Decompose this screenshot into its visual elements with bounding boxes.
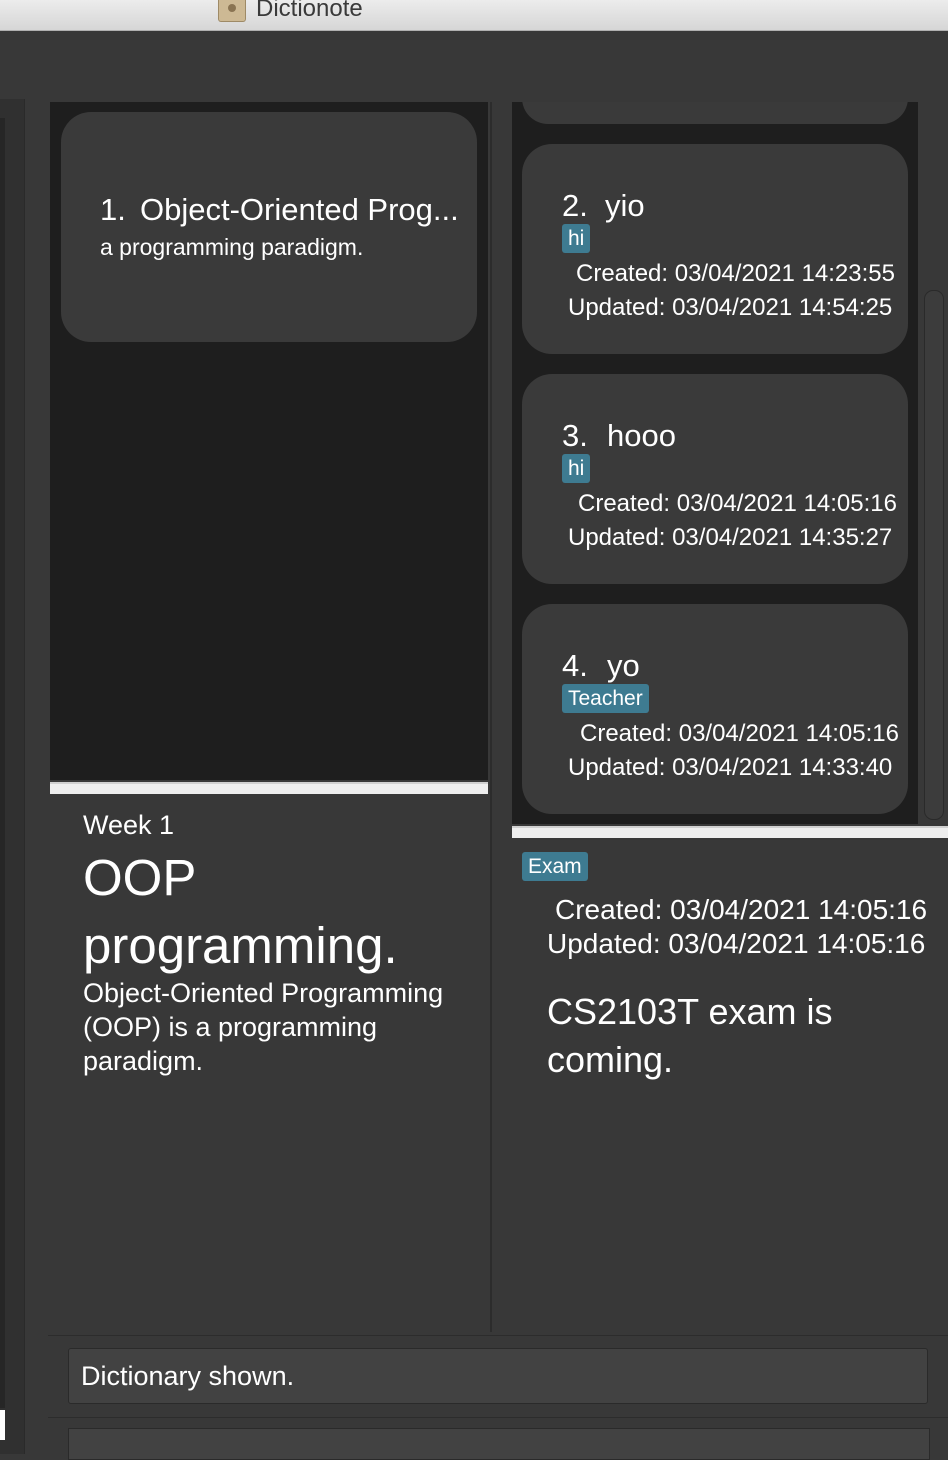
note-list-scrollbar[interactable]: [924, 290, 944, 820]
app-icon: [218, 0, 246, 22]
note-content: Exam Created: 03/04/2021 14:05:16 Update…: [512, 840, 948, 1332]
dictionary-content: Week 1 OOP programming. Object-Oriented …: [50, 796, 488, 1332]
note-item-title: yo: [607, 648, 640, 683]
dictionary-list-item[interactable]: 1. Object-Oriented Prog... a programming…: [61, 112, 477, 342]
note-item-created: Created: 03/04/2021 14:23:55: [576, 260, 895, 287]
note-item-index: 3.: [562, 418, 588, 453]
note-item-index: 2.: [562, 188, 588, 223]
note-content-tag: Exam: [522, 852, 588, 881]
pane-split-divider[interactable]: [490, 102, 492, 1332]
note-item-created: Created: 03/04/2021 14:05:16: [580, 720, 899, 747]
note-item-updated: Updated: 03/04/2021 14:33:40: [568, 754, 893, 781]
note-item-title: hooo: [607, 418, 676, 453]
dictionary-item-index: 1.: [100, 192, 126, 227]
note-content-text: CS2103T exam is coming.: [547, 991, 833, 1080]
result-message: Dictionary shown.: [81, 1361, 295, 1391]
dictionary-item-summary: a programming paradigm.: [100, 234, 364, 260]
note-list-item[interactable]: 4. yo Teacher Created: 03/04/2021 14:05:…: [522, 604, 908, 814]
note-item-tag: Teacher: [562, 684, 649, 713]
result-display-area: Dictionary shown.: [48, 1335, 948, 1416]
content-description: Object-Oriented Programming (OOP) is a p…: [83, 978, 444, 1076]
command-area: [48, 1417, 948, 1460]
note-list[interactable]: 2. yio hi Created: 03/04/2021 14:23:55 U…: [512, 102, 918, 824]
window-title: Dictionote: [256, 0, 363, 22]
note-list-item[interactable]: 2. yio hi Created: 03/04/2021 14:23:55 U…: [522, 144, 908, 354]
note-split-divider[interactable]: [512, 826, 948, 838]
note-list-item[interactable]: [522, 102, 908, 124]
dictionary-item-title: Object-Oriented Prog...: [140, 192, 459, 227]
note-item-title: yio: [605, 188, 645, 223]
note-item-updated: Updated: 03/04/2021 14:54:25: [568, 294, 893, 321]
side-panel-marker: [0, 1410, 5, 1440]
window-titlebar: Dictionote: [0, 0, 948, 31]
note-content-updated: Updated: 03/04/2021 14:05:16: [547, 928, 926, 959]
note-item-tag: hi: [562, 224, 591, 253]
note-content-created: Created: 03/04/2021 14:05:16: [555, 894, 928, 925]
note-item-tag: hi: [562, 454, 591, 483]
content-week: Week 1: [83, 810, 175, 840]
dictionary-list[interactable]: 1. Object-Oriented Prog... a programming…: [50, 102, 488, 780]
content-title: OOP programming.: [83, 849, 398, 974]
note-list-item[interactable]: 3. hooo hi Created: 03/04/2021 14:05:16 …: [522, 374, 908, 584]
command-input[interactable]: [68, 1428, 930, 1460]
dictionary-split-divider[interactable]: [50, 782, 488, 794]
note-item-updated: Updated: 03/04/2021 14:35:27: [568, 524, 893, 551]
note-item-index: 4.: [562, 648, 588, 683]
note-item-created: Created: 03/04/2021 14:05:16: [578, 490, 897, 517]
side-panel-track: [0, 118, 5, 1408]
result-display[interactable]: Dictionary shown.: [68, 1348, 928, 1404]
toolbar-area: [0, 31, 948, 99]
